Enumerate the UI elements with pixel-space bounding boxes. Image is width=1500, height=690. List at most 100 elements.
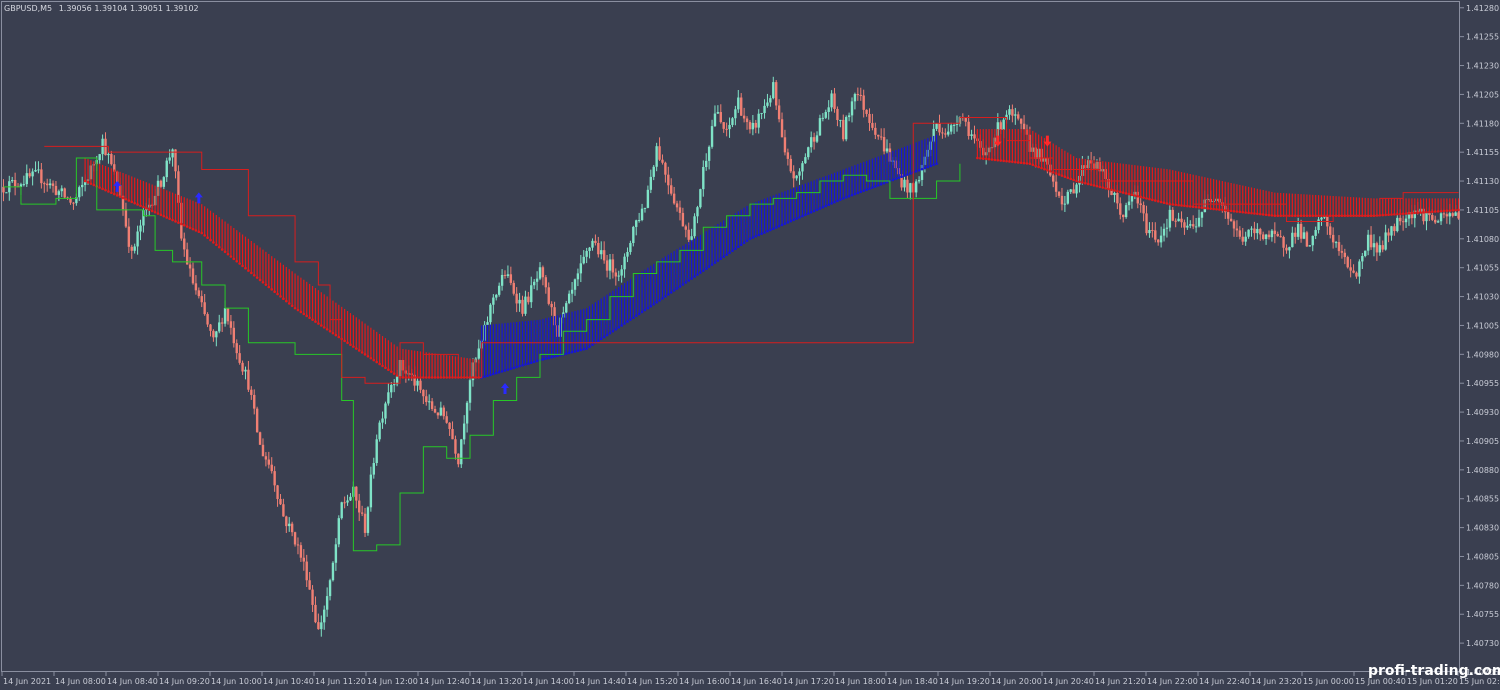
red-band-hatch-dot — [1127, 192, 1131, 196]
red-band-hatch-dot — [1171, 203, 1175, 206]
red-band-hatch-dot — [182, 223, 186, 227]
blue-band-hatch-dot — [710, 263, 714, 266]
chart-svg[interactable]: 1.41280 1.41255 1.41230 1.41205 1.41180 1.411… — [0, 0, 1500, 690]
candle-body — [1270, 230, 1274, 238]
candle-body — [1241, 236, 1244, 242]
blue-band-hatch-dot — [716, 259, 720, 262]
candle-body — [938, 123, 941, 133]
candle-body — [124, 209, 128, 227]
candle-body — [1369, 234, 1373, 248]
red-band-hatch-dot — [1200, 206, 1204, 209]
red-band-hatch-dot — [1430, 210, 1434, 214]
candle-body — [5, 192, 8, 194]
red-band-hatch-dot — [1148, 197, 1151, 201]
candle-body — [1194, 226, 1198, 228]
candle-body — [783, 137, 787, 153]
candle-body — [45, 183, 49, 186]
blue-band-hatch-dot — [789, 219, 793, 223]
red-band-hatch-dot — [153, 210, 157, 214]
candle-body — [328, 580, 332, 597]
candle-body — [1119, 203, 1122, 215]
red-band-hatch-dot — [1261, 213, 1265, 216]
candle-body — [244, 369, 247, 372]
red-band-hatch-dot — [349, 343, 352, 347]
candle-body — [1019, 118, 1023, 124]
red-band-hatch-dot — [320, 324, 323, 327]
red-band-hatch-dot — [1323, 214, 1326, 218]
candle-body — [646, 189, 650, 208]
candle-body — [774, 82, 778, 106]
red-band-hatch-dot — [1404, 212, 1408, 215]
red-band-hatch-dot — [1083, 181, 1087, 185]
x-tick-label: 14 Jun 12:40 — [419, 677, 470, 686]
blue-band-hatch-dot — [521, 364, 524, 367]
x-tick-label: 14 Jun 22:00 — [1147, 677, 1198, 686]
candle-body — [1302, 232, 1306, 239]
candle-body — [909, 183, 912, 193]
red-band-hatch-dot — [296, 308, 300, 312]
candle-body — [754, 122, 757, 128]
blue-band-hatch-dot — [547, 356, 551, 360]
candle-body — [1457, 212, 1460, 219]
red-band-hatch-dot — [276, 292, 279, 296]
candle-body — [871, 122, 874, 128]
candle-body — [1311, 235, 1314, 246]
blue-band-hatch-dot — [564, 352, 568, 355]
candle-body — [448, 422, 451, 429]
red-band-hatch-dot — [1221, 208, 1224, 212]
candle-body — [1168, 209, 1172, 228]
blue-band-hatch-dot — [792, 218, 795, 222]
candle-body — [670, 185, 673, 194]
candle-body — [1052, 175, 1055, 182]
candle-body — [801, 163, 804, 172]
candle-body — [944, 133, 947, 135]
candle-body — [360, 512, 364, 514]
candle-body — [130, 246, 133, 251]
red-band-hatch-dot — [1264, 213, 1268, 217]
candle-body — [874, 127, 877, 135]
red-band-hatch-dot — [1078, 180, 1081, 184]
red-band-hatch-dot — [1256, 212, 1259, 216]
candle-body — [847, 115, 851, 118]
y-tick-label: 1.41255 — [1466, 33, 1499, 42]
candle-body — [197, 290, 201, 297]
candle-body — [664, 162, 667, 175]
red-band-hatch-dot — [996, 158, 1000, 162]
candle-body — [299, 545, 303, 558]
candle-body — [218, 322, 221, 332]
red-band-hatch-dot — [442, 376, 446, 379]
price-chart[interactable]: 1.41280 1.41255 1.41230 1.41205 1.41180 1.411… — [0, 0, 1500, 690]
blue-band-hatch-dot — [605, 333, 609, 337]
candle-body — [751, 122, 755, 130]
candle-body — [745, 118, 749, 123]
blue-band-hatch-dot — [736, 245, 740, 249]
candle-body — [661, 159, 664, 163]
red-band-hatch-dot — [1203, 206, 1207, 210]
candle-body — [334, 544, 338, 563]
blue-band-hatch-dot — [529, 361, 533, 365]
candle-body — [839, 119, 842, 121]
red-band-hatch-dot — [1308, 214, 1312, 218]
red-band-hatch-dot — [1130, 193, 1134, 197]
blue-band-hatch-dot — [632, 316, 635, 320]
candle-body — [637, 220, 641, 222]
y-tick-label: 1.41130 — [1466, 177, 1499, 186]
blue-band-hatch-dot — [909, 172, 912, 175]
blue-band-hatch-dot — [672, 289, 676, 292]
y-tick-label: 1.40930 — [1466, 408, 1499, 417]
candle-body — [1445, 214, 1449, 217]
candle-body — [159, 180, 163, 187]
candle-body — [457, 453, 460, 465]
blue-band-hatch-dot — [917, 168, 921, 172]
candle-body — [914, 181, 918, 193]
red-band-hatch-dot — [1326, 214, 1329, 218]
candle-body — [220, 322, 224, 324]
red-band-hatch-dot — [1238, 210, 1242, 214]
candle-body — [436, 412, 440, 416]
x-tick-label: 14 Jun 11:20 — [315, 677, 366, 686]
candle-body — [1124, 205, 1128, 218]
candle-body — [1180, 218, 1183, 223]
x-tick-label: 14 Jun 20:40 — [1043, 677, 1094, 686]
red-band-hatch-dot — [1139, 195, 1142, 199]
red-band-hatch-dot — [188, 226, 192, 230]
